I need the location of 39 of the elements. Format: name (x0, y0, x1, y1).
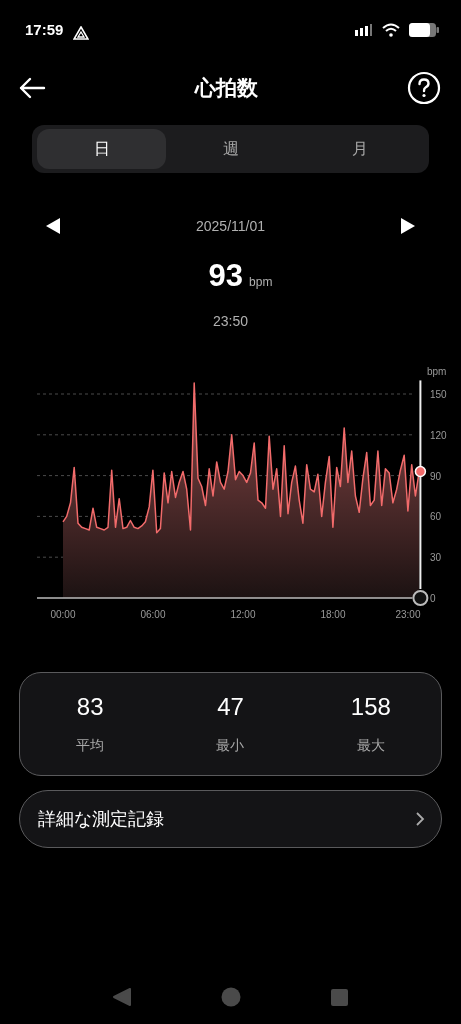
page-title: 心拍数 (195, 75, 258, 101)
y-tick-label: 30 (430, 552, 442, 564)
next-day-button[interactable] (401, 218, 415, 234)
reading-time: 23:50 (212, 313, 248, 331)
wifi-icon (382, 23, 400, 37)
triangle-icon (73, 26, 90, 40)
x-tick-label: 18:00 (320, 609, 346, 620)
selected-point (414, 465, 427, 478)
detail-records-button[interactable]: 詳細な測定記録 (19, 790, 442, 848)
back-button[interactable] (18, 77, 46, 99)
stat-value: 158 (350, 693, 391, 721)
heart-rate-value: 93 (208, 258, 244, 294)
period-tab[interactable]: 月 (295, 129, 424, 169)
y-tick-label: 150 (430, 389, 447, 400)
y-tick-label: 60 (430, 511, 442, 523)
date-label: 2025/11/01 (196, 218, 265, 234)
period-tab[interactable]: 日 (37, 129, 166, 169)
x-tick-label: 23:00 (395, 609, 421, 620)
y-axis-unit: bpm (427, 366, 447, 377)
battery-icon (409, 23, 439, 37)
stat-label: 最大 (356, 737, 385, 755)
stat-label: 最小 (216, 737, 245, 755)
period-tab[interactable]: 週 (166, 129, 295, 169)
stat-label: 平均 (76, 737, 105, 755)
x-tick-label: 00:00 (50, 609, 76, 620)
y-tick-label: 90 (430, 470, 442, 482)
y-tick-label: 0 (430, 593, 436, 604)
chevron-icon (415, 811, 425, 827)
stat-value: 47 (217, 693, 244, 721)
help-button[interactable] (407, 71, 441, 105)
y-tick-label: 120 (430, 429, 447, 441)
signal-icon (355, 24, 373, 36)
previous-day-button[interactable] (46, 218, 60, 234)
x-tick-label: 06:00 (140, 609, 166, 620)
cursor-handle[interactable] (412, 590, 429, 606)
status-time: 17:59 (25, 20, 64, 40)
x-tick-label: 12:00 (230, 609, 256, 620)
stat-value: 83 (76, 693, 104, 721)
unit-label: bpm (249, 275, 273, 289)
